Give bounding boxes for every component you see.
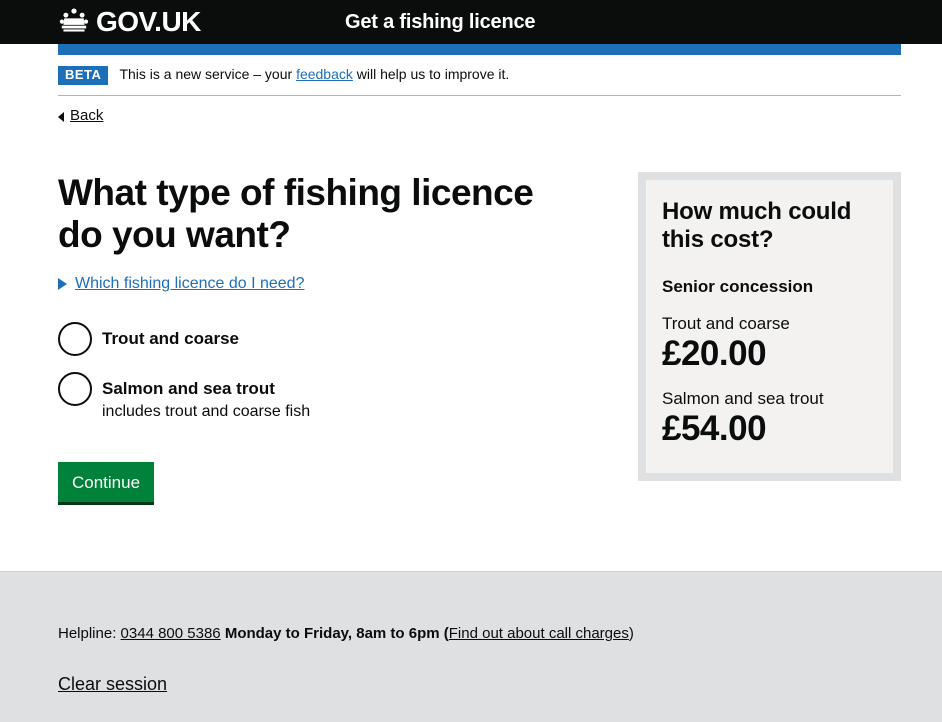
clear-session-link[interactable]: Clear session bbox=[58, 673, 167, 695]
cost-item-label: Trout and coarse bbox=[662, 314, 790, 333]
main-column: What type of fishing licence do you want… bbox=[58, 172, 618, 502]
sidebar-column: How much could this cost? Senior concess… bbox=[638, 172, 901, 502]
continue-button[interactable]: Continue bbox=[58, 462, 155, 502]
page-container: BETA This is a new service – your feedba… bbox=[58, 55, 901, 502]
cost-item-price: £54.00 bbox=[662, 409, 767, 448]
main-grid: What type of fishing licence do you want… bbox=[58, 126, 901, 502]
back-link[interactable]: Back bbox=[58, 107, 103, 125]
footer-inner: Helpline: 0344 800 5386 Monday to Friday… bbox=[58, 624, 901, 695]
radio-circle-icon[interactable] bbox=[58, 372, 92, 406]
back-link-row: Back bbox=[58, 96, 901, 126]
cost-item-price: £20.00 bbox=[662, 334, 767, 373]
phase-banner: BETA This is a new service – your feedba… bbox=[58, 55, 901, 96]
crown-icon bbox=[58, 7, 90, 38]
radio-option-salmon-and-sea-trout[interactable]: Salmon and sea trout includes trout and … bbox=[58, 372, 618, 422]
feedback-link[interactable]: feedback bbox=[296, 66, 353, 82]
radio-group: Trout and coarse Salmon and sea trout in… bbox=[58, 322, 618, 422]
govuk-logo-text: GOV.UK bbox=[96, 6, 201, 37]
page-title: What type of fishing licence do you want… bbox=[58, 172, 534, 255]
cost-item-label: Salmon and sea trout bbox=[662, 389, 824, 408]
cost-panel: How much could this cost? Senior concess… bbox=[638, 172, 901, 481]
phase-blue-bar bbox=[58, 44, 901, 55]
details-disclosure[interactable]: Which fishing licence do I need? bbox=[58, 274, 618, 294]
service-name-link[interactable]: Get a fishing licence bbox=[345, 10, 536, 34]
radio-label: Trout and coarse bbox=[102, 329, 239, 348]
site-header: GOV.UK Get a fishing licence bbox=[0, 0, 942, 44]
radio-circle-icon[interactable] bbox=[58, 322, 92, 356]
helpline-text: Helpline: 0344 800 5386 Monday to Friday… bbox=[58, 624, 901, 644]
back-link-label: Back bbox=[70, 107, 104, 124]
triangle-right-icon bbox=[58, 278, 67, 290]
radio-label-wrap: Trout and coarse bbox=[102, 322, 239, 349]
triangle-left-icon bbox=[58, 112, 64, 122]
govuk-logo-link[interactable]: GOV.UK bbox=[58, 7, 201, 38]
paren-close: ) bbox=[628, 625, 634, 642]
beta-badge: BETA bbox=[58, 66, 109, 85]
radio-hint: includes trout and coarse fish bbox=[102, 403, 311, 420]
radio-option-trout-and-coarse[interactable]: Trout and coarse bbox=[58, 322, 618, 356]
header-inner: GOV.UK Get a fishing licence bbox=[0, 0, 942, 44]
details-summary-label: Which fishing licence do I need? bbox=[75, 275, 305, 292]
phase-banner-text: This is a new service – your feedback wi… bbox=[119, 65, 509, 83]
helpline-prefix: Helpline: bbox=[58, 625, 121, 642]
call-charges-link[interactable]: Find out about call charges bbox=[449, 625, 629, 642]
radio-label-wrap: Salmon and sea trout includes trout and … bbox=[102, 372, 310, 422]
helpline-hours: Monday to Friday, 8am to 6pm ( bbox=[220, 625, 449, 642]
helpline-phone-link[interactable]: 0344 800 5386 bbox=[121, 625, 221, 642]
radio-label: Salmon and sea trout bbox=[102, 379, 275, 398]
cost-panel-subtitle: Senior concession bbox=[662, 277, 814, 296]
phase-text-after: will help us to improve it. bbox=[352, 66, 510, 82]
phase-text-before: This is a new service – your bbox=[119, 66, 297, 82]
cost-panel-title: How much could this cost? bbox=[662, 198, 852, 253]
site-footer: Helpline: 0344 800 5386 Monday to Friday… bbox=[0, 571, 942, 722]
